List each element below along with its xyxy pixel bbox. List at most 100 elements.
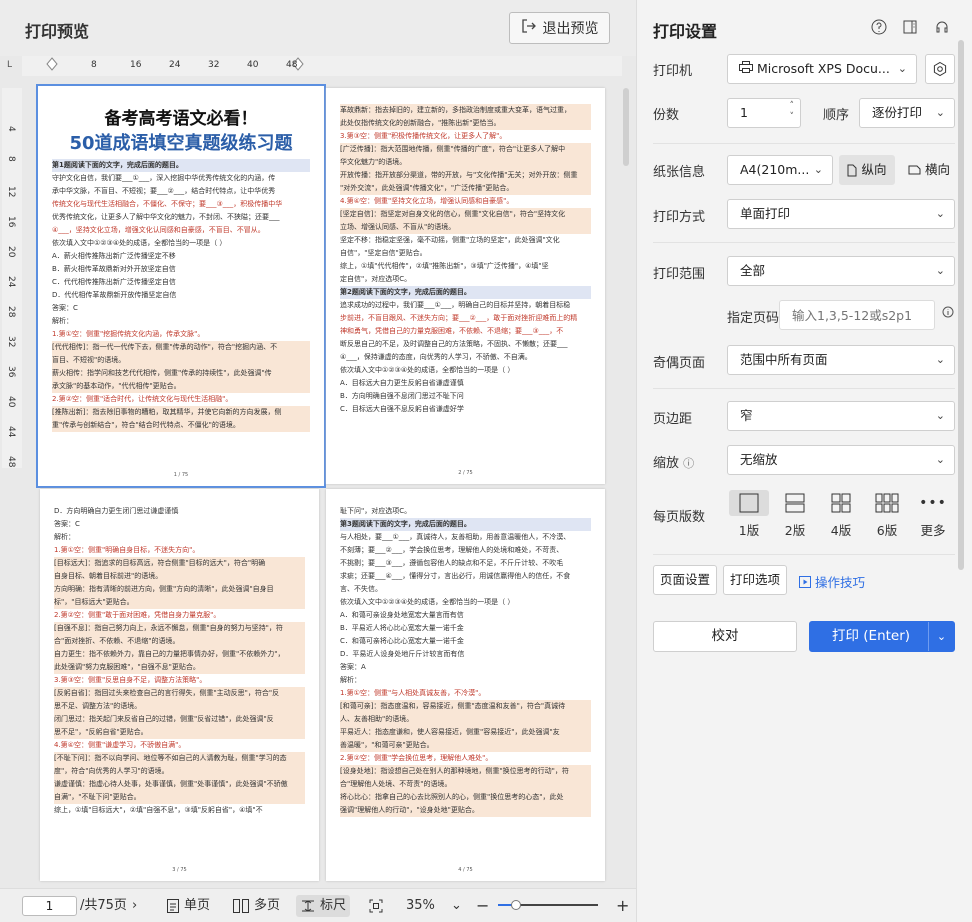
page-text-line: 立场、增强认同感、不盲从"的语境。 bbox=[340, 221, 591, 234]
margin-select[interactable]: 窄 ⌄ bbox=[727, 401, 955, 431]
zoom-out-icon[interactable]: − bbox=[476, 895, 489, 917]
print-button[interactable]: 打印 (Enter) ⌄ bbox=[809, 621, 955, 652]
page-text-line: [广泛传播]：指大范围地传播，侧重"传播的广度"，符合"让更多人了解中 bbox=[340, 143, 591, 156]
single-page-button[interactable]: 单页 bbox=[166, 895, 210, 917]
page-text-line: 依次填入文中①②③④处的成语，全都恰当的一项是（ ） bbox=[340, 366, 515, 374]
portrait-button[interactable]: 纵向 bbox=[839, 155, 895, 185]
layout-1-option[interactable]: 1版 bbox=[729, 490, 769, 539]
panel-layout-icon[interactable] bbox=[901, 19, 919, 37]
divider bbox=[653, 242, 955, 243]
print-mode-select[interactable]: 单面打印 ⌄ bbox=[727, 199, 955, 229]
range-label: 打印范围 bbox=[653, 267, 706, 282]
print-options-button[interactable]: 打印选项 bbox=[723, 565, 787, 595]
help-icon[interactable] bbox=[870, 19, 888, 37]
page-text-line: 守护文化自信，我们要___①___，深入挖掘中华优秀传统文化的内涵，传 bbox=[52, 174, 276, 182]
layout-2-option[interactable]: 2版 bbox=[775, 490, 815, 539]
page-text-line: 综上，①填"目标远大"，②填"自强不息"，③填"反躬自省"，④填"不 bbox=[54, 806, 263, 814]
scale-help-icon: ⓘ bbox=[683, 457, 695, 470]
settings-panel: 打印设置 打印机 Microsoft XPS Docu... ⌄ 份数 1 ˄ ˅… bbox=[636, 0, 972, 922]
ruler-toggle-button[interactable]: 标尺 bbox=[296, 895, 351, 917]
page-number-input[interactable]: 1 bbox=[22, 896, 77, 916]
page-text-line: 步前进，不盲目跟风、不迷失方向；要___②___，敢于面对挫折迎难而上的精 bbox=[340, 314, 578, 322]
page-text-line: [目标远大]：指追求的目标高远，符合侧重"目标的远大"，符合"明确 bbox=[54, 557, 305, 570]
paper-select[interactable]: A4(210m... ⌄ bbox=[727, 155, 833, 185]
page-text-line: D．平易近人设身处地斤斤计较言而有信 bbox=[340, 650, 465, 658]
horizontal-ruler[interactable]: 8 16 24 32 40 48 bbox=[22, 56, 622, 76]
zoom-level: 35% bbox=[406, 898, 435, 913]
preview-scrollbar[interactable] bbox=[623, 88, 629, 166]
page-text-line: 盲目、不短视"的语境。 bbox=[52, 354, 310, 367]
page-text-line: D．方向明确自力更生闭门思过谦虚谨慎 bbox=[54, 507, 179, 515]
printer-settings-button[interactable] bbox=[925, 54, 955, 84]
order-select[interactable]: 逐份打印 ⌄ bbox=[859, 98, 955, 128]
exit-preview-button[interactable]: 退出预览 bbox=[509, 12, 610, 44]
page-setup-button[interactable]: 页面设置 bbox=[653, 565, 717, 595]
print-range-select[interactable]: 全部 ⌄ bbox=[727, 256, 955, 286]
ruler-tick-label: 24 bbox=[169, 60, 181, 70]
printer-select[interactable]: Microsoft XPS Docu... ⌄ bbox=[727, 54, 917, 84]
layout-6-option[interactable]: 6版 bbox=[867, 490, 907, 539]
page-text-line: 承文脉"的基本动作，"代代相传"更贴合。 bbox=[52, 380, 310, 393]
tips-label: 操作技巧 bbox=[815, 575, 866, 590]
tips-link[interactable]: 操作技巧 bbox=[799, 572, 865, 591]
exit-icon bbox=[521, 18, 537, 38]
paper-value: A4(210m... bbox=[740, 162, 810, 177]
proof-button[interactable]: 校对 bbox=[653, 621, 797, 652]
total-pages: /共75页 bbox=[80, 898, 127, 913]
copies-stepper[interactable]: 1 ˄ ˅ bbox=[727, 98, 801, 128]
page-text-line: 自信"，"坚定自信"更贴合。 bbox=[340, 249, 427, 257]
copies-value: 1 bbox=[740, 105, 748, 120]
info-icon[interactable] bbox=[939, 306, 957, 324]
single-page-icon bbox=[167, 899, 179, 913]
page-text-line: C．目标远大自强不息反躬自省谦虚好学 bbox=[340, 405, 464, 413]
preview-page-4[interactable]: 耻下问"，对应选项C。 第3题阅读下面的文字，完成后面的题目。 与人相处，要___①… bbox=[326, 489, 605, 881]
single-page-label: 单页 bbox=[184, 898, 211, 913]
mode-label: 打印方式 bbox=[653, 210, 706, 225]
page-text-line: 2.第②空：侧重"适合时代，让传统文化与现代生活相融"。 bbox=[52, 395, 233, 403]
page-text-line: A．和蔼可亲设身处地宽宏大量言而有信 bbox=[340, 611, 464, 619]
chevron-down-icon: ⌄ bbox=[935, 264, 945, 277]
layout-2-icon bbox=[775, 490, 815, 516]
vertical-ruler[interactable]: 4 8 12 16 20 24 28 32 36 40 44 48 bbox=[2, 88, 22, 468]
scale-select[interactable]: 无缩放 ⌄ bbox=[727, 445, 955, 475]
landscape-button[interactable]: 横向 bbox=[901, 155, 957, 185]
multi-page-button[interactable]: 多页 bbox=[232, 895, 280, 917]
zoom-dropdown-icon[interactable]: ⌄ bbox=[451, 895, 462, 917]
multi-page-icon bbox=[233, 899, 249, 913]
page-subheading: 50道成语填空真题级练习题 bbox=[69, 133, 293, 154]
preview-page-3[interactable]: D．方向明确自力更生闭门思过谦虚谨慎 答案：C 解析： 1.第①空：侧重"明确自身目标… bbox=[40, 489, 319, 881]
layout-label: 6版 bbox=[876, 523, 898, 538]
headset-icon[interactable] bbox=[933, 19, 951, 37]
ruler-icon bbox=[302, 900, 314, 912]
preview-page-1[interactable]: 备考高考语文必看！ 50道成语填空真题级练习题 第1题阅读下面的文字，完成后面的… bbox=[36, 84, 326, 488]
chevron-down-icon[interactable]: ⌄ bbox=[928, 622, 954, 651]
page-text-line: 第2题阅读下面的文字，完成后面的题目。 bbox=[340, 286, 591, 299]
margin-label: 页边距 bbox=[653, 412, 693, 427]
page-text-line: 不挑剔；要___③___，遵循包容他人的缺点和不足，不斤斤计较、不吹毛 bbox=[340, 559, 564, 567]
page-text-line: 承中华文脉，不盲目、不短视；要___②___，结合时代特点，让中华优秀 bbox=[52, 187, 276, 195]
ruler-tick-label: 40 bbox=[247, 60, 259, 70]
divider bbox=[653, 388, 955, 389]
layout-more-option[interactable]: ••• 更多 bbox=[913, 490, 953, 539]
chevron-down-icon: ⌄ bbox=[813, 163, 823, 176]
page-text-line: A．薪火相传推陈出新广泛传播坚定不移 bbox=[52, 252, 176, 260]
ruler-marker-icon[interactable] bbox=[22, 56, 622, 76]
next-page-icon[interactable]: › bbox=[132, 895, 137, 917]
fit-page-icon[interactable] bbox=[368, 895, 384, 917]
page-text-line: 综上，①填"代代相传"，②填"推陈出新"，③填"广泛传播"，④填"坚 bbox=[340, 262, 549, 270]
page-text-line: 此处仅指传统文化的创新融合，"推陈出新"更恰当。 bbox=[340, 117, 591, 130]
page-text-line: 与人相处，要___①___，真诚待人，友善相助，用善意温暖他人，不冷漠、 bbox=[340, 533, 571, 541]
zoom-in-icon[interactable]: + bbox=[616, 895, 629, 917]
preview-page-2[interactable]: 革故鼎新：指去掉旧的，建立新的，多指政治制度或重大变革，语气过重， 此处仅指传统文… bbox=[326, 88, 605, 484]
preview-title: 打印预览 bbox=[25, 22, 90, 41]
layout-4-option[interactable]: 4版 bbox=[821, 490, 861, 539]
page-text-line: 依次填入文中①②③④处的成语，全都恰当的一项是（ ） bbox=[340, 598, 515, 606]
ruler-tick-label: 8 bbox=[6, 156, 16, 162]
page-text-line: [自强不息]：指自己努力向上，永远不懈怠，侧重"自身的努力与坚持"，符 bbox=[54, 622, 305, 635]
zoom-slider[interactable] bbox=[498, 900, 598, 910]
odd-even-select[interactable]: 范围中所有页面 ⌄ bbox=[727, 345, 955, 375]
chevron-down-icon: ⌄ bbox=[935, 207, 945, 220]
page-range-input[interactable] bbox=[779, 300, 935, 330]
settings-scrollbar[interactable] bbox=[958, 40, 964, 570]
stepper-arrows-icon[interactable]: ˄ ˅ bbox=[790, 101, 795, 123]
